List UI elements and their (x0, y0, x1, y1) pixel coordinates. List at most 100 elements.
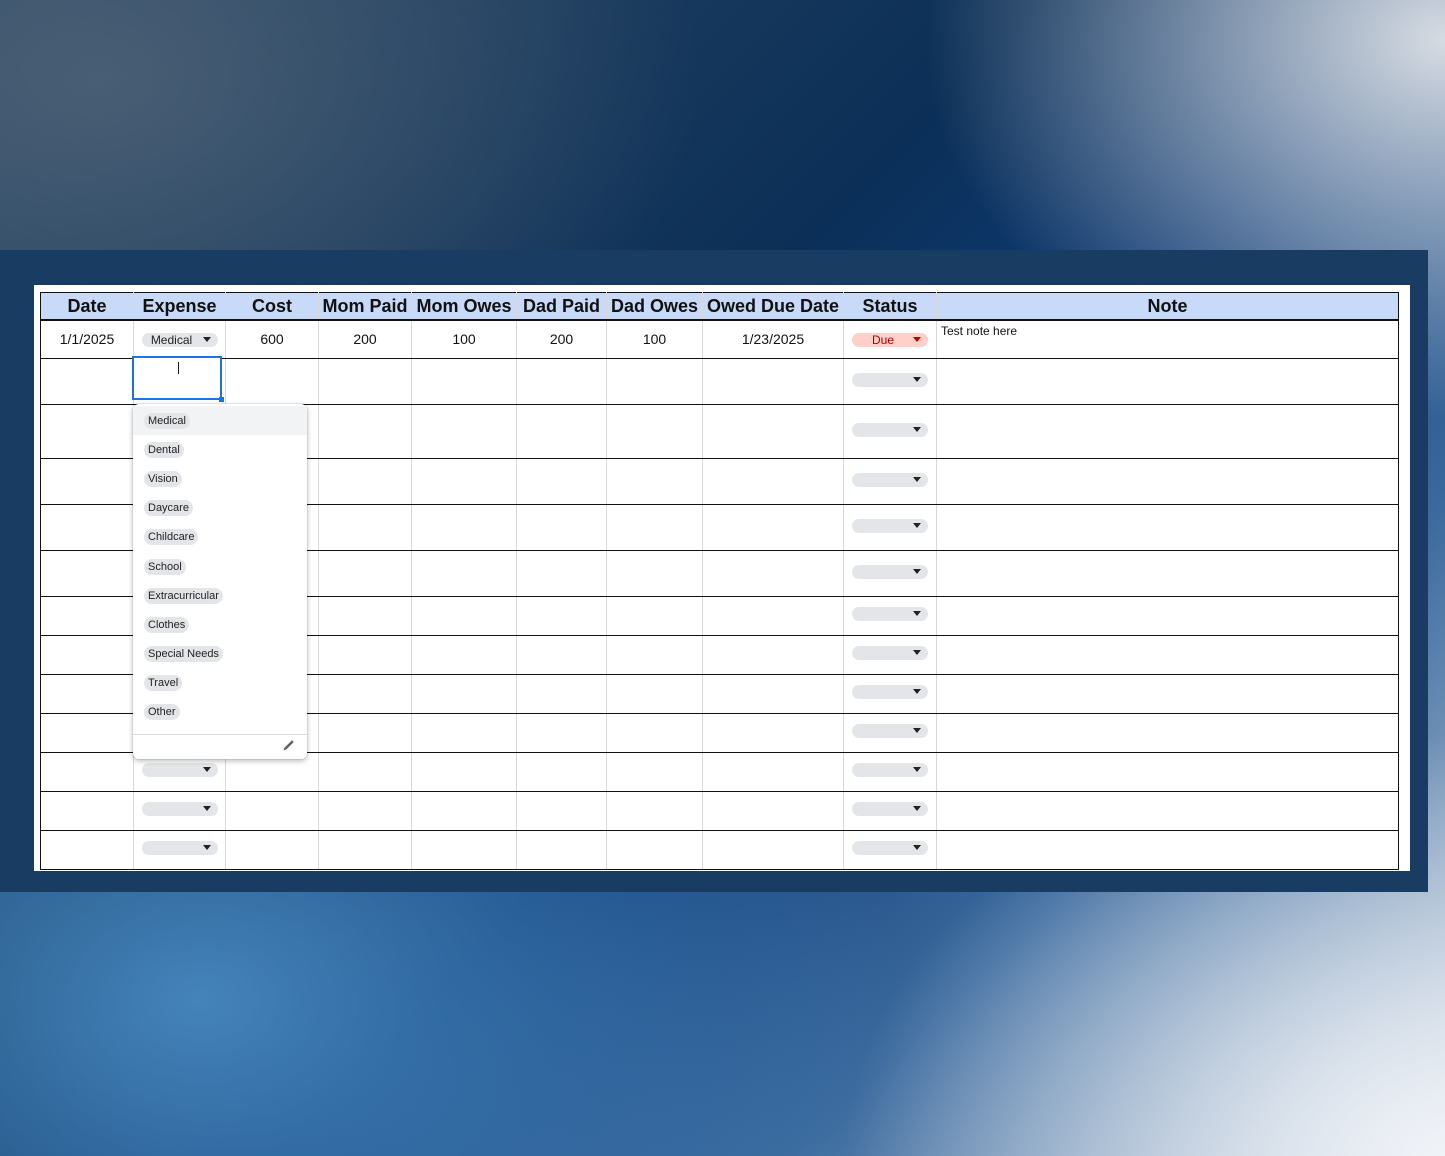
header-status[interactable]: Status (843, 292, 937, 321)
header-cost[interactable]: Cost (225, 292, 319, 321)
dad-owes-cell[interactable] (606, 357, 703, 405)
owed-due-date-cell[interactable] (702, 790, 844, 831)
dad-owes-cell[interactable]: 100 (606, 319, 703, 359)
dad-paid-cell[interactable] (516, 457, 607, 505)
status-chip[interactable] (852, 646, 928, 660)
mom-owes-cell[interactable] (411, 503, 517, 551)
header-owed-due-date[interactable]: Owed Due Date (702, 292, 844, 321)
dropdown-option-other[interactable]: Other (133, 698, 307, 727)
header-dad-owes[interactable]: Dad Owes (606, 292, 703, 321)
header-date[interactable]: Date (40, 292, 134, 321)
mom-owes-cell[interactable]: 100 (411, 319, 517, 359)
note-cell[interactable] (936, 503, 1399, 551)
expense-cell[interactable] (133, 790, 226, 831)
dad-owes-cell[interactable] (606, 751, 703, 792)
owed-due-date-cell[interactable] (702, 549, 844, 597)
date-cell[interactable] (40, 503, 134, 551)
owed-due-date-cell[interactable] (702, 634, 844, 675)
owed-due-date-cell[interactable] (702, 829, 844, 870)
mom-owes-cell[interactable] (411, 751, 517, 792)
status-cell[interactable] (843, 634, 937, 675)
mom-owes-cell[interactable] (411, 457, 517, 505)
mom-paid-cell[interactable] (318, 673, 412, 714)
owed-due-date-cell[interactable]: 1/23/2025 (702, 319, 844, 359)
dropdown-option-extracurricular[interactable]: Extracurricular (133, 581, 307, 610)
cost-cell[interactable] (225, 829, 319, 870)
note-cell[interactable] (936, 595, 1399, 636)
mom-owes-cell[interactable] (411, 829, 517, 870)
dad-paid-cell[interactable] (516, 829, 607, 870)
header-mom-owes[interactable]: Mom Owes (411, 292, 517, 321)
dad-paid-cell[interactable] (516, 595, 607, 636)
note-cell[interactable] (936, 357, 1399, 405)
dad-paid-cell[interactable] (516, 503, 607, 551)
dropdown-option-travel[interactable]: Travel (133, 669, 307, 698)
status-cell[interactable] (843, 457, 937, 505)
active-cell-editor[interactable] (132, 356, 224, 402)
date-cell[interactable] (40, 357, 134, 405)
date-cell[interactable] (40, 829, 134, 870)
dad-owes-cell[interactable] (606, 634, 703, 675)
dad-paid-cell[interactable] (516, 549, 607, 597)
note-cell[interactable] (936, 751, 1399, 792)
mom-owes-cell[interactable] (411, 673, 517, 714)
date-cell[interactable] (40, 634, 134, 675)
date-cell[interactable] (40, 457, 134, 505)
mom-owes-cell[interactable] (411, 549, 517, 597)
mom-paid-cell[interactable]: 200 (318, 319, 412, 359)
mom-owes-cell[interactable] (411, 357, 517, 405)
mom-paid-cell[interactable] (318, 357, 412, 405)
dad-owes-cell[interactable] (606, 712, 703, 753)
dad-owes-cell[interactable] (606, 673, 703, 714)
mom-paid-cell[interactable] (318, 503, 412, 551)
dropdown-option-school[interactable]: School (133, 552, 307, 581)
dad-owes-cell[interactable] (606, 403, 703, 459)
status-cell[interactable]: Due (843, 319, 937, 359)
fill-handle[interactable] (219, 397, 224, 402)
dropdown-option-daycare[interactable]: Daycare (133, 494, 307, 523)
mom-paid-cell[interactable] (318, 634, 412, 675)
owed-due-date-cell[interactable] (702, 673, 844, 714)
owed-due-date-cell[interactable] (702, 595, 844, 636)
status-chip[interactable] (852, 802, 928, 816)
dropdown-option-childcare[interactable]: Childcare (133, 523, 307, 552)
cost-cell[interactable] (225, 790, 319, 831)
dad-paid-cell[interactable] (516, 751, 607, 792)
owed-due-date-cell[interactable] (702, 357, 844, 405)
owed-due-date-cell[interactable] (702, 403, 844, 459)
date-cell[interactable] (40, 790, 134, 831)
dropdown-option-medical[interactable]: Medical (133, 406, 307, 436)
status-chip[interactable] (852, 841, 928, 855)
status-chip-due[interactable]: Due (852, 333, 928, 348)
status-cell[interactable] (843, 357, 937, 405)
status-cell[interactable] (843, 403, 937, 459)
mom-owes-cell[interactable] (411, 634, 517, 675)
cost-cell[interactable] (225, 357, 319, 405)
status-cell[interactable] (843, 595, 937, 636)
dad-paid-cell[interactable] (516, 712, 607, 753)
status-cell[interactable] (843, 673, 937, 714)
expense-cell[interactable]: Medical (133, 319, 226, 359)
dad-owes-cell[interactable] (606, 829, 703, 870)
mom-paid-cell[interactable] (318, 751, 412, 792)
expense-cell[interactable] (133, 829, 226, 870)
status-chip[interactable] (852, 372, 928, 387)
note-cell[interactable] (936, 790, 1399, 831)
status-cell[interactable] (843, 790, 937, 831)
note-cell[interactable] (936, 712, 1399, 753)
header-dad-paid[interactable]: Dad Paid (516, 292, 607, 321)
header-expense[interactable]: Expense (133, 292, 226, 321)
note-cell[interactable] (936, 673, 1399, 714)
status-chip[interactable] (852, 724, 928, 738)
mom-paid-cell[interactable] (318, 712, 412, 753)
owed-due-date-cell[interactable] (702, 503, 844, 551)
header-note[interactable]: Note (936, 292, 1399, 321)
mom-owes-cell[interactable] (411, 790, 517, 831)
date-cell[interactable] (40, 549, 134, 597)
mom-paid-cell[interactable] (318, 403, 412, 459)
date-cell[interactable] (40, 673, 134, 714)
mom-paid-cell[interactable] (318, 549, 412, 597)
status-cell[interactable] (843, 829, 937, 870)
status-chip[interactable] (852, 685, 928, 699)
note-cell[interactable] (936, 457, 1399, 505)
